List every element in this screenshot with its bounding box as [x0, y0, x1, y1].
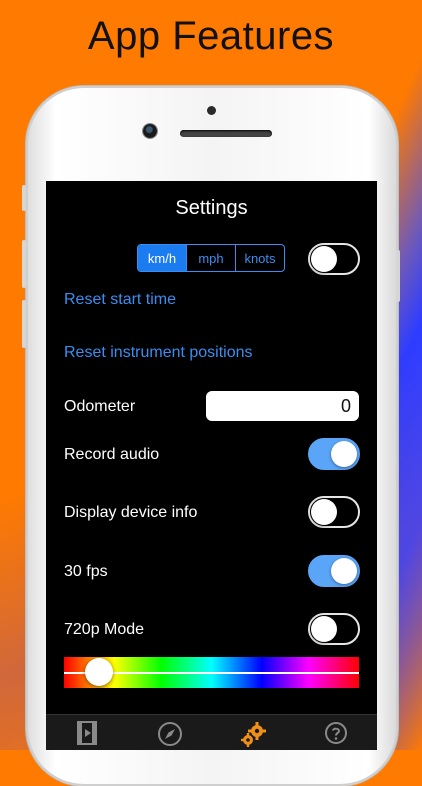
headline: App Features	[87, 14, 335, 58]
unit-kmh[interactable]: km/h	[138, 245, 187, 271]
odometer-label: Odometer	[64, 398, 136, 415]
volume-down-button	[22, 300, 26, 348]
odometer-field[interactable]: 0	[206, 391, 359, 421]
fps30-label: 30 fps	[64, 563, 108, 580]
settings-title: Settings	[175, 197, 248, 219]
tab-recordings[interactable]	[46, 715, 129, 750]
app-screen: Settings km/h mph knots Reset start time…	[46, 181, 377, 750]
fps30-toggle[interactable]	[308, 555, 360, 587]
record-audio-toggle[interactable]	[308, 438, 360, 470]
film-icon	[77, 721, 98, 745]
front-camera	[143, 124, 157, 138]
toggle-knob	[311, 246, 337, 272]
help-icon	[324, 722, 347, 744]
toggle-knob	[311, 499, 337, 525]
mute-switch	[22, 185, 26, 211]
record-audio-label: Record audio	[64, 446, 160, 463]
earpiece-speaker	[180, 130, 272, 137]
tab-help[interactable]	[294, 715, 377, 750]
power-button	[396, 250, 400, 302]
volume-up-button	[22, 240, 26, 288]
toggle-knob	[311, 616, 337, 642]
tab-settings[interactable]	[212, 715, 295, 750]
display-device-info-toggle[interactable]	[308, 496, 360, 528]
display-device-info-label: Display device info	[64, 504, 198, 521]
toggle-knob	[331, 558, 357, 584]
unit-mph[interactable]: mph	[187, 245, 236, 271]
mode720p-label: 720p Mode	[64, 621, 145, 638]
unit-knots[interactable]: knots	[236, 245, 284, 271]
reset-start-time-link[interactable]: Reset start time	[64, 291, 176, 309]
tab-compass[interactable]	[129, 715, 212, 750]
mode720p-toggle[interactable]	[308, 613, 360, 645]
reset-instrument-positions-link[interactable]: Reset instrument positions	[64, 344, 253, 362]
tab-bar	[46, 714, 377, 750]
gears-icon	[240, 722, 266, 747]
units-toggle[interactable]	[308, 243, 360, 275]
proximity-sensor	[207, 106, 216, 115]
toggle-knob	[331, 441, 357, 467]
compass-icon	[158, 722, 183, 746]
units-segmented-control[interactable]: km/h mph knots	[137, 244, 285, 272]
